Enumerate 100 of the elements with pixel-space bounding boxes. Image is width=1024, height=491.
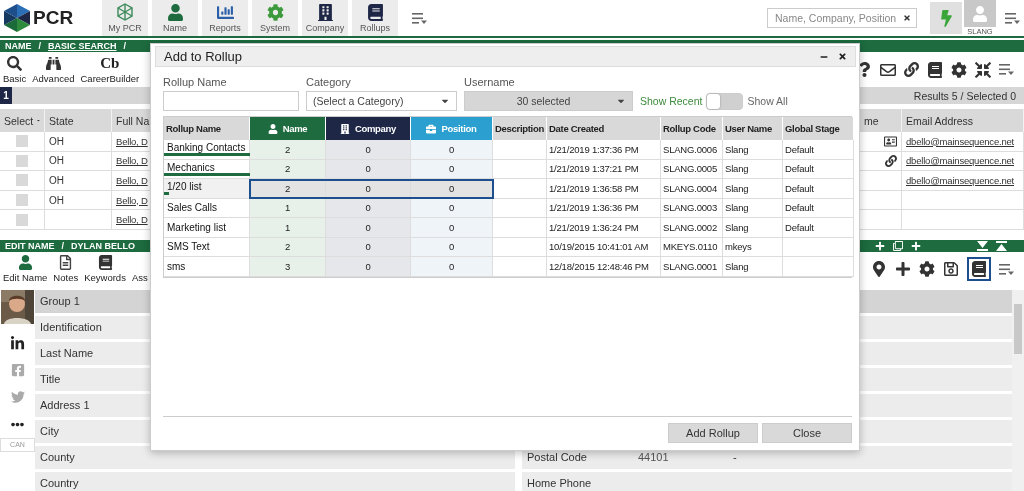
notebook-button[interactable] (967, 257, 991, 282)
copy-icon[interactable] (893, 240, 903, 251)
column-header[interactable]: Rollup Name (164, 117, 250, 140)
settings-icon[interactable] (951, 61, 967, 78)
table-row[interactable]: Marketing list 1 0 0 1/21/2019 1:36:24 PM SLANG.0002 Slang Default (164, 218, 851, 238)
rollup-name-field[interactable] (163, 91, 299, 111)
add-icon[interactable] (875, 240, 885, 251)
checkbox[interactable] (16, 194, 28, 207)
nav-button[interactable]: Company (302, 0, 348, 36)
binoculars-icon (45, 55, 61, 71)
linkedin-icon[interactable] (10, 335, 25, 351)
column-header[interactable]: Email Address (902, 109, 1024, 132)
nav-button[interactable]: Name (152, 0, 198, 36)
username-select[interactable]: 30 selected (464, 91, 633, 111)
menu-icon[interactable] (1005, 12, 1020, 24)
table-cell: 0 (448, 163, 455, 175)
collapse-icon[interactable] (977, 240, 988, 251)
tool-button[interactable]: CareerBuilder (80, 73, 140, 84)
table-row[interactable]: Banking Contacts 2 0 0 1/21/2019 1:37:36 PM SLANG.0006 Slang Default (164, 140, 851, 160)
table-cell: SLANG.0002 (663, 221, 717, 233)
table-cell: MKEYS.0110 (663, 241, 718, 253)
table-cell-text: SMS Text (167, 241, 211, 253)
name-link[interactable]: Bello, D (116, 135, 148, 147)
add-icon[interactable] (911, 240, 921, 251)
column-header[interactable]: me (860, 109, 902, 132)
field-label: Postal Code (527, 451, 588, 464)
breadcrumb-item: DYLAN BELLO (71, 240, 135, 251)
settings-icon[interactable] (919, 261, 935, 278)
tool-button[interactable]: Edit Name (3, 272, 48, 284)
column-header[interactable]: Global Stage (783, 117, 854, 140)
tool-button[interactable]: Notes (53, 272, 79, 284)
column-header[interactable]: Name (250, 117, 326, 140)
menu-icon[interactable] (999, 263, 1014, 275)
table-cell: 0 (365, 163, 371, 175)
mail-icon[interactable] (880, 61, 896, 78)
close-icon[interactable] (838, 52, 847, 61)
link-icon[interactable] (904, 62, 919, 77)
page-number[interactable]: 1 (0, 87, 12, 104)
table-cell: 0 (365, 202, 371, 214)
notebook-icon[interactable] (927, 61, 943, 78)
expand-icon[interactable] (996, 240, 1007, 251)
nav-button[interactable]: System (252, 0, 298, 36)
building-icon (316, 3, 334, 21)
email-link[interactable]: dbello@mainsequence.net (906, 175, 1015, 186)
column-header[interactable]: Rollup Code (661, 117, 723, 140)
nav-button[interactable]: Rollups (352, 0, 398, 36)
contact-card-icon[interactable] (884, 134, 897, 148)
name-link[interactable]: Bello, D (116, 155, 148, 167)
menu-icon[interactable] (412, 12, 427, 24)
table-row[interactable]: sms 3 0 0 12/18/2015 12:48:46 PM SLANG.0001 Slang (164, 257, 851, 277)
person-icon (17, 255, 33, 271)
column-header[interactable]: State (45, 109, 112, 132)
menu-icon[interactable] (999, 64, 1014, 75)
tool-button[interactable]: Ass (131, 272, 148, 284)
table-cell: Slang (725, 221, 749, 233)
tool-button[interactable]: Advanced (32, 72, 75, 84)
location-icon[interactable] (871, 261, 887, 278)
table-cell: 0 (365, 143, 371, 155)
email-link[interactable]: dbello@mainsequence.net (906, 135, 1015, 147)
add-icon[interactable] (895, 261, 911, 278)
compress-icon[interactable] (975, 61, 991, 78)
breadcrumb-link[interactable]: BASIC SEARCH (48, 41, 117, 51)
scrollbar[interactable] (1012, 289, 1024, 491)
email-link[interactable]: dbello@mainsequence.net (906, 155, 1015, 167)
checkbox[interactable] (16, 213, 28, 226)
table-row[interactable]: SMS Text 2 0 0 10/19/2015 10:41:01 AM MKEYS.0110 mkeys (164, 237, 851, 257)
save-icon[interactable] (943, 261, 959, 278)
column-header[interactable]: Description (493, 117, 547, 140)
table-row[interactable]: Mechanics 2 0 0 1/21/2019 1:37:21 PM SLANG.0005 Slang Default (164, 159, 851, 179)
tool-button[interactable]: Keywords (84, 272, 126, 284)
toggle-switch[interactable] (706, 92, 744, 110)
search-field[interactable]: Name, Company, Position (767, 8, 917, 28)
field-label: Rollup Name (163, 76, 228, 88)
name-link[interactable]: Bello, D (116, 214, 148, 226)
dialog-button[interactable]: Close (762, 423, 852, 443)
column-header[interactable]: User Name (723, 117, 783, 140)
dialog-title: Add to Rollup (164, 49, 243, 64)
column-header[interactable]: Company (326, 117, 411, 140)
help-icon[interactable] (857, 62, 872, 77)
column-header[interactable]: Select (0, 109, 45, 132)
table-cell: SLANG.0006 (663, 143, 717, 155)
table-cell: Slang (725, 163, 749, 175)
checkbox[interactable] (16, 154, 28, 167)
bar-chart-icon (216, 3, 234, 21)
link-icon[interactable] (885, 154, 897, 167)
column-header[interactable]: Date Created (547, 117, 661, 140)
tool-button[interactable]: Basic (3, 72, 27, 84)
checkbox[interactable] (16, 174, 28, 187)
checkbox[interactable] (16, 135, 28, 148)
table-row[interactable]: 1/20 list 2 0 0 1/21/2019 1:36:58 PM SLANG.0004 Slang Default (164, 179, 851, 199)
category-select[interactable]: (Select a Category) (306, 91, 457, 111)
nav-button[interactable]: Reports (202, 0, 248, 36)
name-link[interactable]: Bello, D (116, 194, 148, 206)
name-link[interactable]: Bello, D (116, 175, 148, 186)
breadcrumb-separator: / (123, 41, 127, 51)
dialog-button[interactable]: Add Rollup (668, 423, 758, 443)
toggle-label: Show All (747, 95, 788, 107)
close-icon[interactable] (903, 14, 911, 22)
table-row[interactable]: Sales Calls 1 0 0 1/21/2019 1:36:36 PM SLANG.0003 Slang Default (164, 198, 851, 218)
nav-button[interactable]: My PCR (102, 0, 148, 36)
